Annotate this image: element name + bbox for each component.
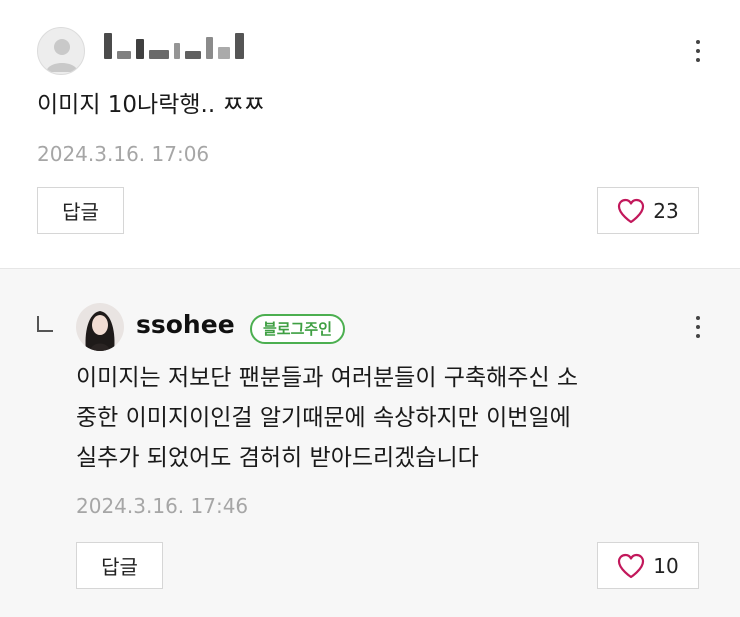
- author-name[interactable]: ssohee: [136, 310, 235, 339]
- heart-outline-icon: [618, 553, 645, 578]
- author-avatar[interactable]: [76, 303, 124, 351]
- default-profile-icon: [46, 39, 78, 72]
- reply-button-label: 답글: [101, 555, 138, 579]
- comment-date: 2024.3.16. 17:06: [37, 142, 210, 166]
- like-button[interactable]: 10: [597, 542, 699, 589]
- reply-button[interactable]: 답글: [37, 187, 124, 234]
- blurred-author-name: [104, 33, 244, 59]
- more-options-icon[interactable]: [688, 36, 708, 66]
- comment-item: 이미지 10나락행.. ㅉㅉ 2024.3.16. 17:06 답글 23: [0, 0, 740, 268]
- blog-owner-badge: 블로그주인: [250, 314, 346, 344]
- comment-date: 2024.3.16. 17:46: [76, 494, 249, 518]
- heart-outline-icon: [618, 198, 645, 223]
- like-button[interactable]: 23: [597, 187, 699, 234]
- reply-button[interactable]: 답글: [76, 542, 163, 589]
- comment-text: 이미지 10나락행.. ㅉㅉ: [37, 92, 265, 118]
- reply-button-label: 답글: [62, 200, 99, 224]
- like-count: 23: [653, 198, 679, 223]
- default-avatar[interactable]: [37, 27, 85, 75]
- like-count: 10: [653, 553, 679, 578]
- profile-photo: [76, 303, 124, 351]
- comment-text: 이미지는 저보단 팬분들과 여러분들이 구축해주신 소 중한 이미지이인걸 알기…: [76, 365, 579, 471]
- reply-corner-arrow-icon: [37, 316, 53, 332]
- more-options-icon[interactable]: [688, 312, 708, 342]
